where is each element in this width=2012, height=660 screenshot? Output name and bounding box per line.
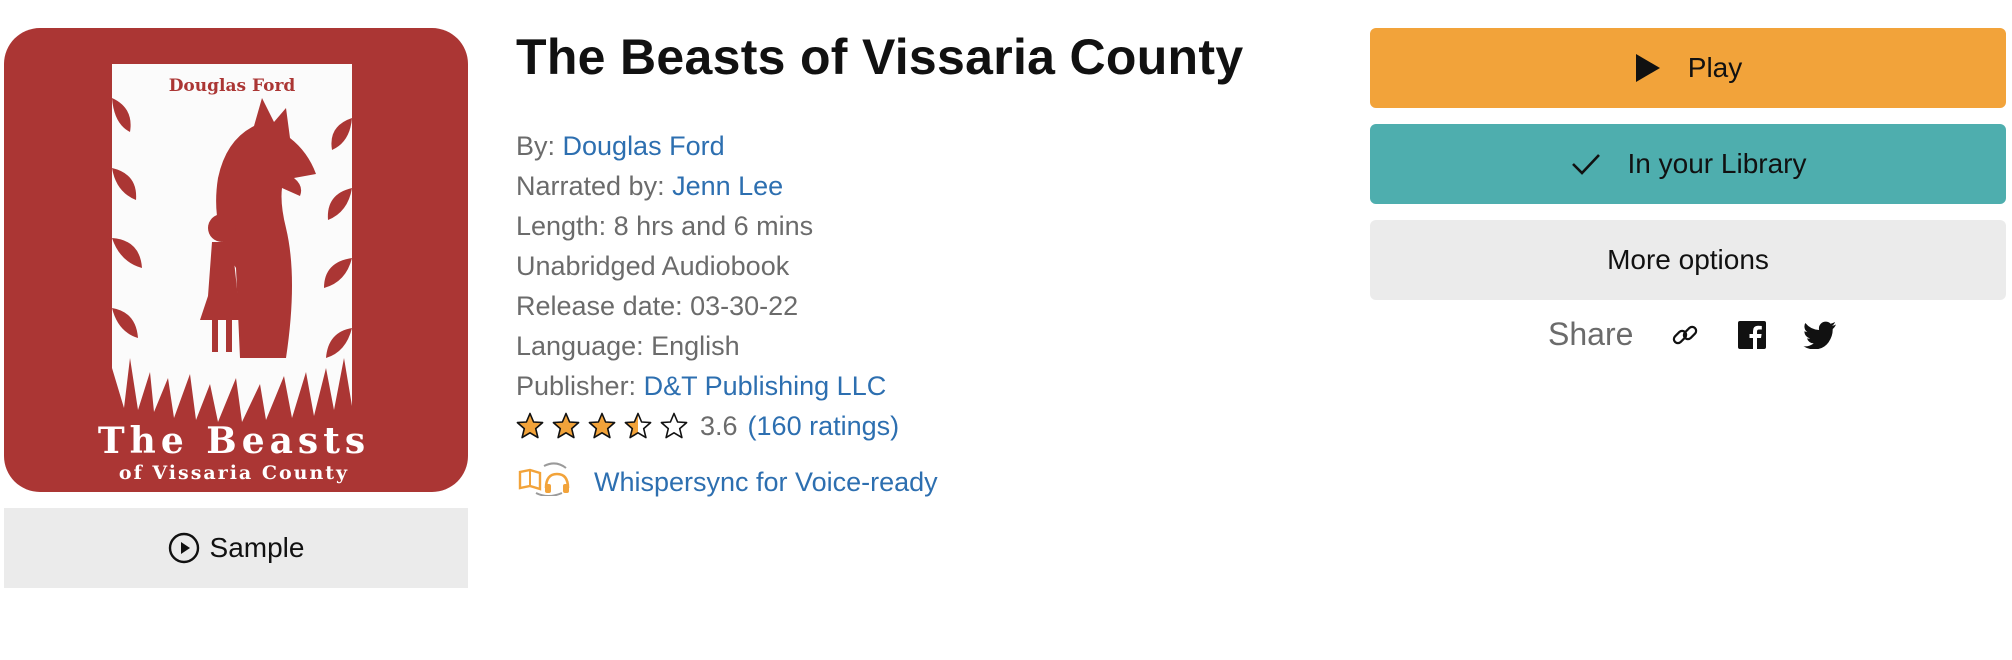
twitter-icon[interactable]: [1803, 321, 1837, 349]
star-full-icon: [552, 412, 580, 439]
star-empty-icon: [660, 412, 688, 439]
share-row: Share: [1548, 316, 1837, 353]
narrator-link[interactable]: Jenn Lee: [672, 171, 783, 201]
rating-value: 3.6: [700, 410, 738, 441]
play-label: Play: [1687, 52, 1743, 83]
cover-subtitle-text: of Vissaria County: [119, 462, 349, 484]
format-text: Unabridged Audiobook: [516, 251, 790, 281]
star-full-icon: [588, 412, 616, 439]
play-icon: [1634, 53, 1662, 83]
facebook-icon[interactable]: [1737, 320, 1767, 350]
cover-title-text: The Beasts: [98, 420, 370, 462]
in-library-button[interactable]: In your Library: [1370, 124, 2006, 204]
sample-label: Sample: [209, 532, 305, 563]
more-options-button[interactable]: More options: [1370, 220, 2006, 300]
sample-button[interactable]: Sample: [4, 508, 468, 588]
narrator-row: Narrated by: Jenn Lee: [516, 166, 899, 206]
page-title: The Beasts of Vissaria County: [516, 29, 1244, 85]
book-details: By: Douglas Ford Narrated by: Jenn Lee L…: [516, 126, 899, 446]
cover-author-text: Douglas Ford: [169, 76, 296, 96]
author-row: By: Douglas Ford: [516, 126, 899, 166]
more-options-label: More options: [1607, 244, 1769, 275]
narrator-label: Narrated by:: [516, 171, 673, 201]
author-label: By:: [516, 131, 563, 161]
star-rating: [516, 412, 688, 440]
rating-row: 3.6 (160 ratings): [516, 406, 899, 446]
star-half-icon: [624, 412, 652, 439]
author-link[interactable]: Douglas Ford: [563, 131, 725, 161]
publisher-label: Publisher:: [516, 371, 644, 401]
length-text: Length: 8 hrs and 6 mins: [516, 211, 814, 241]
in-library-label: In your Library: [1627, 148, 1807, 179]
play-circle-icon: [168, 532, 200, 564]
language-text: Language: English: [516, 331, 740, 361]
book-cover: Douglas Ford The Beasts of Vissaria Coun…: [4, 28, 468, 492]
book-headphones-icon: [516, 462, 572, 503]
share-label: Share: [1548, 316, 1634, 352]
publisher-row: Publisher: D&T Publishing LLC: [516, 366, 899, 406]
ratings-count-link[interactable]: (160 ratings): [748, 411, 900, 442]
checkmark-icon: [1570, 151, 1602, 177]
publisher-link[interactable]: D&T Publishing LLC: [644, 371, 887, 401]
link-icon[interactable]: [1669, 319, 1701, 351]
whispersync-link[interactable]: Whispersync for Voice-ready: [594, 467, 938, 498]
whispersync-row: Whispersync for Voice-ready: [516, 462, 938, 503]
release-date-text: Release date: 03-30-22: [516, 291, 799, 321]
star-full-icon: [516, 412, 544, 439]
play-button[interactable]: Play: [1370, 28, 2006, 108]
